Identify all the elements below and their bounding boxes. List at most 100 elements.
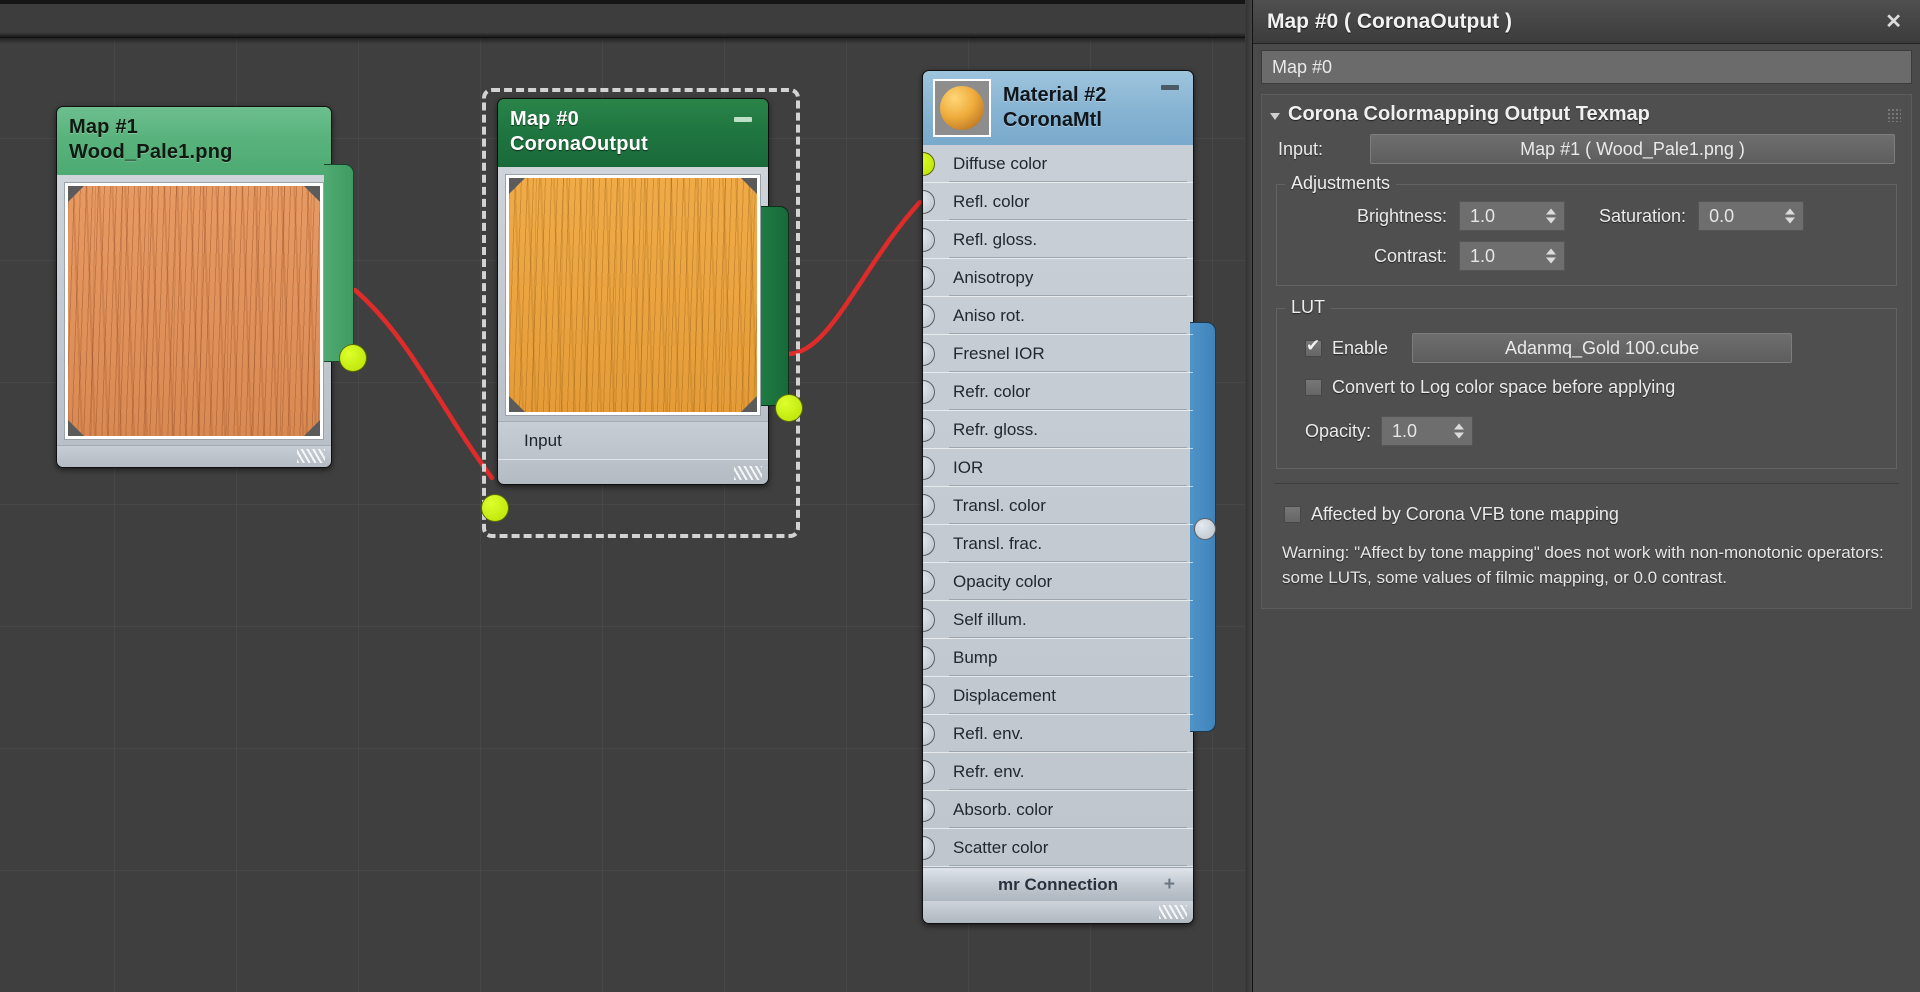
material-socket-dot[interactable]	[923, 380, 935, 404]
node-map-0-thumbnail[interactable]	[506, 175, 760, 415]
material-socket-dot[interactable]	[923, 342, 935, 366]
node-map-0-resize-grip[interactable]	[734, 466, 762, 480]
chevron-up-icon[interactable]	[1546, 248, 1556, 255]
contrast-spinner-arrows[interactable]	[1546, 248, 1556, 264]
chevron-up-icon[interactable]	[1785, 208, 1796, 215]
mr-connection-row[interactable]: mr Connection +	[923, 867, 1193, 901]
node-map-0-output-strip[interactable]	[761, 206, 789, 406]
material-socket-dot[interactable]	[923, 190, 935, 214]
node-material-2-collapse-button[interactable]	[1161, 85, 1179, 90]
material-socket-row[interactable]: IOR	[923, 449, 1193, 487]
material-socket-dot[interactable]	[923, 456, 935, 480]
node-map-0[interactable]: Map #0 CoronaOutput Input	[481, 88, 803, 538]
material-socket-dot[interactable]	[923, 494, 935, 518]
material-socket-row[interactable]: Refr. color	[923, 373, 1193, 411]
node-material-2-resize-grip[interactable]	[1159, 905, 1187, 919]
node-map-0-output-socket[interactable]	[775, 394, 803, 422]
material-socket-dot[interactable]	[923, 722, 935, 746]
material-socket-row[interactable]: Transl. frac.	[923, 525, 1193, 563]
panel-drag-gutter[interactable]	[1246, 0, 1253, 992]
node-graph-canvas[interactable]: Map #1 Wood_Pale1.png Map #0 CoronaOutpu…	[0, 38, 1245, 992]
panel-titlebar[interactable]: Map #0 ( CoronaOutput ) ✕	[1253, 0, 1920, 44]
node-map-1[interactable]: Map #1 Wood_Pale1.png	[56, 106, 367, 468]
material-preview-thumbnail[interactable]	[933, 79, 991, 137]
material-socket-row[interactable]: Fresnel IOR	[923, 335, 1193, 373]
chevron-down-icon[interactable]	[1546, 217, 1556, 224]
tone-mapping-checkbox[interactable]	[1284, 506, 1301, 523]
material-socket-row[interactable]: Refl. color	[923, 183, 1193, 221]
material-socket-dot[interactable]	[923, 304, 935, 328]
material-socket-row[interactable]: Scatter color	[923, 829, 1193, 867]
material-socket-row[interactable]: Refr. gloss.	[923, 411, 1193, 449]
node-material-2-body[interactable]: Material #2 CoronaMtl Diffuse color Refl.…	[922, 70, 1194, 924]
chevron-up-icon[interactable]	[1454, 423, 1465, 430]
material-socket-dot[interactable]	[923, 418, 935, 442]
chevron-down-icon[interactable]	[1546, 257, 1556, 264]
node-map-0-header[interactable]: Map #0 CoronaOutput	[498, 99, 768, 167]
material-socket-dot[interactable]	[923, 760, 935, 784]
material-socket-row[interactable]: Aniso rot.	[923, 297, 1193, 335]
chevron-down-icon[interactable]	[1785, 217, 1796, 224]
saturation-spinner-arrows[interactable]	[1785, 208, 1796, 224]
material-socket-dot[interactable]	[923, 266, 935, 290]
material-socket-dot[interactable]	[923, 836, 935, 860]
adjustments-group-label: Adjustments	[1285, 173, 1397, 194]
node-map-0-input-row[interactable]: Input	[498, 422, 768, 460]
chevron-down-icon[interactable]	[1454, 432, 1465, 439]
material-socket-row[interactable]: Self illum.	[923, 601, 1193, 639]
mr-connection-expand-icon[interactable]: +	[1164, 874, 1175, 896]
chevron-up-icon[interactable]	[1546, 208, 1556, 215]
material-socket-row[interactable]: Opacity color	[923, 563, 1193, 601]
lut-file-button[interactable]: Adanmq_Gold 100.cube	[1412, 333, 1793, 363]
node-map-0-body[interactable]: Map #0 CoronaOutput Input	[497, 98, 769, 485]
material-socket-row[interactable]: Anisotropy	[923, 259, 1193, 297]
rollout-header[interactable]: Corona Colormapping Output Texmap	[1262, 95, 1911, 132]
material-socket-dot[interactable]	[923, 684, 935, 708]
node-map-1-output-strip[interactable]	[324, 164, 354, 362]
material-socket-row[interactable]: Displacement	[923, 677, 1193, 715]
rollout-grip-icon[interactable]	[1887, 107, 1901, 122]
node-material-2-output-socket[interactable]	[1194, 518, 1216, 540]
material-socket-dot[interactable]	[923, 608, 935, 632]
material-socket-row[interactable]: Diffuse color	[923, 145, 1193, 183]
material-socket-dot[interactable]	[923, 798, 935, 822]
convert-log-checkbox[interactable]	[1305, 379, 1322, 396]
node-material-2-header[interactable]: Material #2 CoronaMtl	[923, 71, 1193, 145]
brightness-spinner[interactable]: 1.0	[1459, 201, 1565, 231]
node-material-2-subtitle: CoronaMtl	[1003, 109, 1102, 131]
material-socket-row[interactable]: Refl. gloss.	[923, 221, 1193, 259]
material-socket-row[interactable]: Absorb. color	[923, 791, 1193, 829]
material-socket-label: Absorb. color	[953, 799, 1054, 819]
material-socket-dot[interactable]	[923, 228, 935, 252]
contrast-value: 1.0	[1470, 245, 1496, 266]
material-socket-row[interactable]: Refl. env.	[923, 715, 1193, 753]
chevron-down-icon[interactable]	[1270, 112, 1280, 120]
lut-enable-checkbox[interactable]	[1305, 336, 1322, 357]
node-material-2[interactable]: Material #2 CoronaMtl Diffuse color Refl.…	[922, 70, 1216, 924]
node-map-0-collapse-button[interactable]	[734, 117, 752, 122]
saturation-spinner[interactable]: 0.0	[1698, 201, 1805, 231]
material-socket-row[interactable]: Transl. color	[923, 487, 1193, 525]
material-socket-row[interactable]: Bump	[923, 639, 1193, 677]
node-map-1-output-socket[interactable]	[339, 344, 367, 372]
thumb-corner-br	[741, 396, 757, 412]
lut-opacity-spinner[interactable]: 1.0	[1381, 416, 1474, 446]
material-socket-dot[interactable]	[923, 570, 935, 594]
material-socket-dot[interactable]	[923, 532, 935, 556]
contrast-label: Contrast:	[1373, 245, 1447, 266]
node-map-0-input-socket[interactable]	[481, 494, 509, 522]
material-socket-dot[interactable]	[923, 646, 935, 670]
lut-opacity-spinner-arrows[interactable]	[1454, 423, 1465, 439]
node-map-1-header[interactable]: Map #1 Wood_Pale1.png	[57, 107, 331, 175]
node-map-1-body[interactable]: Map #1 Wood_Pale1.png	[56, 106, 332, 468]
node-map-1-thumbnail[interactable]	[65, 183, 323, 439]
close-icon[interactable]: ✕	[1877, 7, 1910, 36]
contrast-spinner[interactable]: 1.0	[1459, 241, 1565, 271]
node-map-1-resize-grip[interactable]	[297, 449, 325, 463]
brightness-spinner-arrows[interactable]	[1546, 208, 1556, 224]
material-socket-label: Diffuse color	[953, 153, 1048, 173]
map-name-input[interactable]: Map #0	[1261, 50, 1912, 84]
material-socket-row[interactable]: Refr. env.	[923, 753, 1193, 791]
input-map-button[interactable]: Map #1 ( Wood_Pale1.png )	[1370, 134, 1895, 164]
material-socket-dot[interactable]	[923, 152, 935, 176]
